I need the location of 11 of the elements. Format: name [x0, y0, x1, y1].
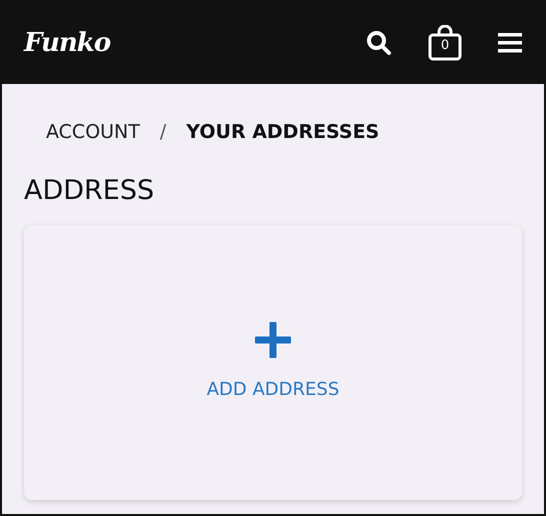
add-address-card[interactable]: ADD ADDRESS [24, 224, 522, 500]
breadcrumb-link[interactable]: ACCOUNT [46, 118, 140, 146]
add-address-button[interactable]: ADD ADDRESS [206, 376, 340, 403]
search-icon[interactable] [366, 30, 392, 56]
logo[interactable]: Funko [24, 24, 110, 62]
cart-count: 0 [440, 39, 450, 52]
breadcrumb-separator: / [160, 120, 166, 145]
breadcrumb-current: YOUR ADDRESSES [186, 120, 380, 145]
menu-icon[interactable] [498, 33, 522, 53]
plus-icon[interactable] [255, 322, 291, 358]
page-heading: ADDRESS [24, 174, 156, 207]
